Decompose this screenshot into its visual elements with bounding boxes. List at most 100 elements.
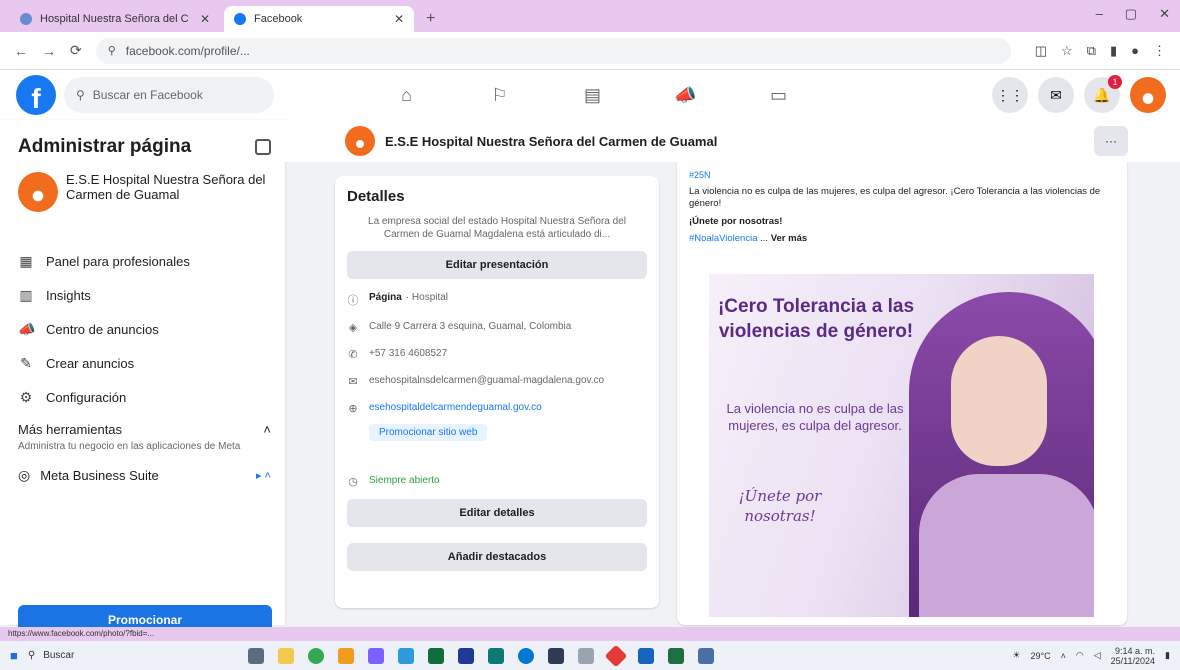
notification-badge: 1: [1108, 75, 1122, 89]
app-icon[interactable]: [577, 647, 594, 664]
location-pin-icon: ◈: [348, 322, 358, 334]
sidebar-item-professional-dashboard[interactable]: ▦ Panel para profesionales: [18, 244, 271, 278]
news-icon[interactable]: ▤: [546, 70, 639, 120]
image-call-text: ¡Únete por nosotras!: [738, 487, 822, 525]
sidebar-item-label: Centro de anuncios: [46, 321, 159, 337]
detail-website: ⊕ esehospitaldelcarmendeguamal.gov.co: [347, 402, 647, 416]
menu-grid-icon[interactable]: ⋮⋮: [992, 77, 1028, 113]
url-text: facebook.com/profile/...: [125, 43, 250, 58]
taskbar-clock[interactable]: 9:14 a. m. 25/11/2024: [1111, 646, 1155, 666]
app-icon[interactable]: [337, 647, 354, 664]
sidebar-item-label: Insights: [46, 287, 91, 303]
translate-icon[interactable]: ◫: [1035, 43, 1047, 59]
website-link[interactable]: esehospitaldelcarmendeguamal.gov.co: [369, 402, 542, 413]
facebook-search-input[interactable]: ⚲ Buscar en Facebook: [64, 77, 274, 113]
sidepanel-icon[interactable]: ▮: [1110, 43, 1117, 59]
megaphone-icon: 📣: [18, 320, 36, 337]
promote-website-button[interactable]: Promocionar sitio web: [369, 424, 488, 441]
sidebar-item-create-ads[interactable]: ✎ Crear anuncios: [18, 346, 271, 380]
ads-megaphone-icon[interactable]: 📣: [639, 70, 732, 120]
minimize-button[interactable]: –: [1096, 6, 1103, 22]
woman-face-shape: [951, 336, 1047, 466]
app-icon[interactable]: [397, 647, 414, 664]
windows-start-icon[interactable]: ■: [10, 648, 18, 663]
meta-business-suite-link[interactable]: ◎ Meta Business Suite ▸ ˄: [18, 467, 271, 484]
post-hashtag-top[interactable]: #25N: [689, 170, 1115, 180]
page-switcher[interactable]: E.S.E Hospital Nuestra Señora del Carmen…: [18, 172, 271, 224]
extensions-icon[interactable]: ⧉: [1087, 43, 1096, 59]
maximize-button[interactable]: ▢: [1125, 6, 1137, 22]
windows-taskbar: ■ ⚲ Buscar ☀ 29°C ˄ ◠ ◁ 9:14 a. m. 25/11…: [0, 641, 1180, 670]
search-icon: ⚲: [27, 650, 36, 661]
browser-extensions: ◫ ☆ ⧉ ▮ ● ⋮: [1035, 43, 1166, 59]
mail-icon: ✉: [348, 376, 358, 388]
sidebar-item-ad-center[interactable]: 📣 Centro de anuncios: [18, 312, 271, 346]
clock-date: 25/11/2024: [1110, 655, 1156, 666]
account-avatar[interactable]: [1130, 77, 1166, 113]
profile-icon[interactable]: ●: [1131, 43, 1139, 59]
taskbar-apps: [247, 644, 714, 667]
notifications-icon[interactable]: ▮: [1165, 650, 1170, 661]
url-field[interactable]: ⚲ facebook.com/profile/...: [95, 37, 1011, 64]
app-icon[interactable]: [367, 647, 384, 664]
close-window-button[interactable]: ✕: [1159, 6, 1170, 22]
app-icon[interactable]: [697, 647, 714, 664]
notifications-bell-icon[interactable]: 🔔 1: [1084, 75, 1122, 113]
phone-text: +57 316 4608527: [369, 348, 448, 359]
chrome-icon[interactable]: [307, 647, 324, 664]
excel-icon[interactable]: [667, 647, 684, 664]
home-icon[interactable]: ⌂: [360, 70, 453, 120]
see-more-link[interactable]: Ver más: [771, 233, 807, 244]
messenger-icon[interactable]: ✉: [1038, 77, 1074, 113]
page-header-avatar[interactable]: [345, 126, 375, 156]
more-options-button[interactable]: ···: [1094, 126, 1128, 156]
hours-text[interactable]: Siempre abierto: [369, 475, 440, 486]
pages-flag-icon[interactable]: ⚐: [453, 70, 546, 120]
tray-chevron-icon[interactable]: ˄: [1061, 651, 1066, 661]
post-hashtag[interactable]: #NoalaViolencia: [689, 233, 758, 244]
forward-icon[interactable]: →: [42, 43, 56, 59]
clock-time: 9:14 a. m.: [1115, 645, 1156, 656]
edit-details-button[interactable]: Editar detalles: [347, 499, 647, 527]
app-icon[interactable]: [637, 647, 654, 664]
weather-icon[interactable]: ☀: [1012, 650, 1020, 661]
reload-icon[interactable]: ⟳: [70, 42, 82, 59]
edge-icon[interactable]: [517, 647, 534, 664]
tab-close-icon[interactable]: ✕: [200, 12, 210, 26]
details-card: Detalles La empresa social del estado Ho…: [335, 176, 659, 608]
page-category: · Hospital: [405, 292, 449, 303]
browser-tab-1[interactable]: Hospital Nuestra Señora del C ✕: [10, 6, 220, 32]
more-tools-section[interactable]: Más herramientas ˄: [18, 422, 271, 437]
promote-label: Promocionar: [107, 613, 182, 627]
detail-phone: ✆ +57 316 4608527: [347, 348, 647, 362]
app-icon[interactable]: [604, 644, 628, 667]
collapse-sidebar-icon[interactable]: [255, 139, 271, 155]
back-icon[interactable]: ←: [14, 43, 28, 59]
window-controls: – ▢ ✕: [1096, 6, 1170, 22]
site-info-icon[interactable]: ⚲: [108, 44, 116, 57]
sidebar-item-insights[interactable]: ▥ Insights: [18, 278, 271, 312]
page-header-name[interactable]: E.S.E Hospital Nuestra Señora del Carmen…: [385, 134, 717, 149]
tab-close-icon[interactable]: ✕: [394, 12, 404, 26]
browser-tab-2[interactable]: Facebook ✕: [224, 6, 414, 32]
taskbar-search[interactable]: ⚲ Buscar: [28, 650, 148, 661]
star-icon[interactable]: ☆: [1061, 43, 1073, 59]
wifi-icon[interactable]: ◠: [1076, 650, 1084, 661]
app-icon[interactable]: [487, 647, 504, 664]
taskview-icon[interactable]: [247, 647, 264, 664]
sidebar-item-settings[interactable]: ⚙ Configuración: [18, 380, 271, 414]
facebook-logo[interactable]: f: [16, 75, 56, 115]
post-image[interactable]: ¡Cero Tolerancia a las violencias de gén…: [709, 274, 1094, 617]
app-icon[interactable]: [427, 647, 444, 664]
tab-title: Hospital Nuestra Señora del C: [40, 13, 189, 25]
app-icon[interactable]: [547, 647, 564, 664]
file-explorer-icon[interactable]: [277, 647, 294, 664]
app-icon[interactable]: [457, 647, 474, 664]
edit-presentation-button[interactable]: Editar presentación: [347, 251, 647, 279]
watch-icon[interactable]: ▭: [732, 70, 825, 120]
add-featured-button[interactable]: Añadir destacados: [347, 543, 647, 571]
post-card: #25N La violencia no es culpa de las muj…: [677, 162, 1127, 625]
new-tab-button[interactable]: +: [418, 6, 443, 32]
menu-icon[interactable]: ⋮: [1153, 43, 1166, 59]
volume-icon[interactable]: ◁: [1094, 650, 1101, 661]
